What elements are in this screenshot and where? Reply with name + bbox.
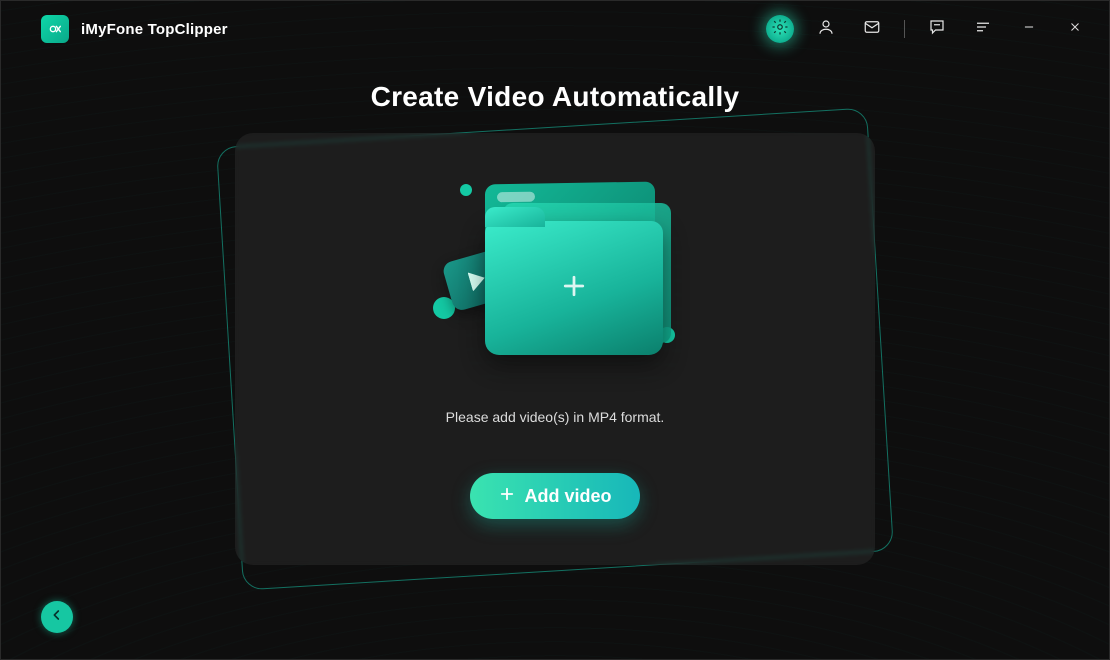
folder-illustration bbox=[425, 169, 685, 369]
plus-icon bbox=[559, 271, 589, 306]
app-logo-group: iMyFone TopClipper bbox=[41, 15, 228, 43]
app-title: iMyFone TopClipper bbox=[81, 21, 228, 38]
minimize-icon bbox=[1022, 20, 1036, 39]
page-title: Create Video Automatically bbox=[1, 81, 1109, 113]
mail-icon bbox=[863, 18, 881, 41]
add-video-button-label: Add video bbox=[524, 486, 611, 507]
upload-hint-text: Please add video(s) in MP4 format. bbox=[446, 409, 665, 425]
menu-icon bbox=[974, 18, 992, 41]
menu-button[interactable] bbox=[969, 15, 997, 43]
upload-card: Please add video(s) in MP4 format. Add v… bbox=[235, 133, 875, 565]
settings-button[interactable] bbox=[766, 15, 794, 43]
upload-card-wrap: Please add video(s) in MP4 format. Add v… bbox=[235, 133, 875, 565]
title-bar-separator bbox=[904, 20, 905, 38]
app-logo-icon bbox=[41, 15, 69, 43]
close-button[interactable] bbox=[1061, 15, 1089, 43]
user-icon bbox=[817, 18, 835, 41]
close-icon bbox=[1068, 20, 1082, 39]
mail-button[interactable] bbox=[858, 15, 886, 43]
title-bar: iMyFone TopClipper bbox=[1, 1, 1109, 57]
account-button[interactable] bbox=[812, 15, 840, 43]
back-button[interactable] bbox=[41, 601, 73, 633]
chat-icon bbox=[928, 18, 946, 41]
folder-front-layer bbox=[485, 221, 663, 355]
feedback-button[interactable] bbox=[923, 15, 951, 43]
decor-dot bbox=[460, 184, 472, 196]
add-video-button[interactable]: Add video bbox=[470, 473, 639, 519]
plus-icon bbox=[498, 485, 516, 508]
gear-icon bbox=[771, 18, 789, 41]
arrow-left-icon bbox=[49, 607, 65, 628]
title-bar-actions bbox=[766, 15, 1089, 43]
minimize-button[interactable] bbox=[1015, 15, 1043, 43]
